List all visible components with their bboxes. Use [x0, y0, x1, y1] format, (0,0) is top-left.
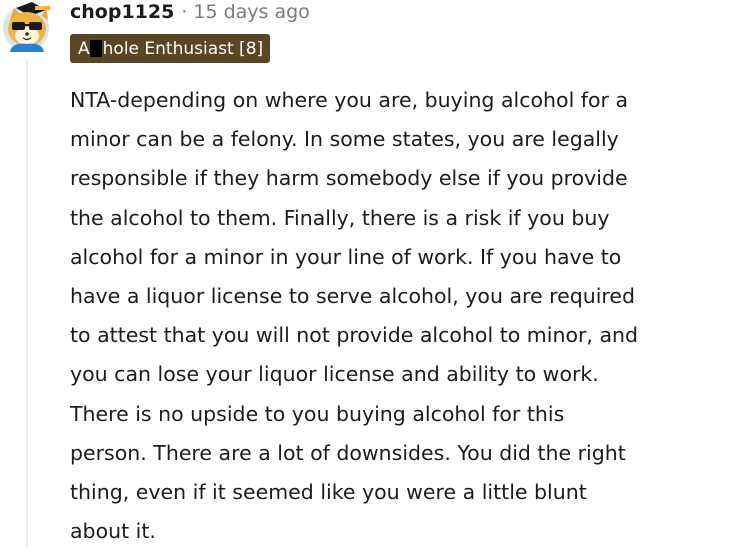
timestamp-link[interactable]: 15 days ago [193, 1, 309, 23]
flair-prefix: A [78, 38, 90, 59]
thread-line[interactable] [26, 58, 28, 547]
flair-redaction-bar [89, 40, 102, 57]
comment-body-line: about it. [70, 519, 156, 544]
user-flair: A hole Enthusiast [8] [70, 34, 271, 63]
comment-body-line: NTA-depending on where you are, buying a… [70, 88, 629, 112]
comment-body: NTA-depending on where you are, buying a… [70, 81, 747, 551]
comment-body-line: person. There are a lot of downsides. Yo… [70, 440, 626, 465]
comment-body-line: the alcohol to them. Finally, there is a… [70, 205, 610, 230]
comment-body-line: There is no upside to you buying alcohol… [70, 401, 565, 426]
meta-separator: · [181, 1, 188, 23]
comment-body-line: minor can be a felony. In some states, y… [70, 127, 619, 152]
comment-body-line: have a liquor license to serve alcohol, … [70, 283, 636, 308]
comment-body-line: alcohol for a minor in your line of work… [70, 244, 622, 269]
comment-body-line: you can lose your liquor license and abi… [70, 362, 599, 387]
comment: chop1125 · 15 days ago A hole Enthusiast… [0, 0, 747, 547]
comment-body-line: to attest that you will not provide alco… [70, 323, 639, 348]
comment-meta: chop1125 · 15 days ago [70, 0, 310, 25]
comment-body-line: responsible if they harm somebody else i… [70, 166, 628, 191]
user-avatar-icon[interactable] [2, 0, 54, 52]
comment-body-line: thing, even if it seemed like you were a… [70, 479, 587, 504]
username-link[interactable]: chop1125 [70, 1, 174, 23]
flair-suffix: hole Enthusiast [8] [102, 38, 264, 59]
